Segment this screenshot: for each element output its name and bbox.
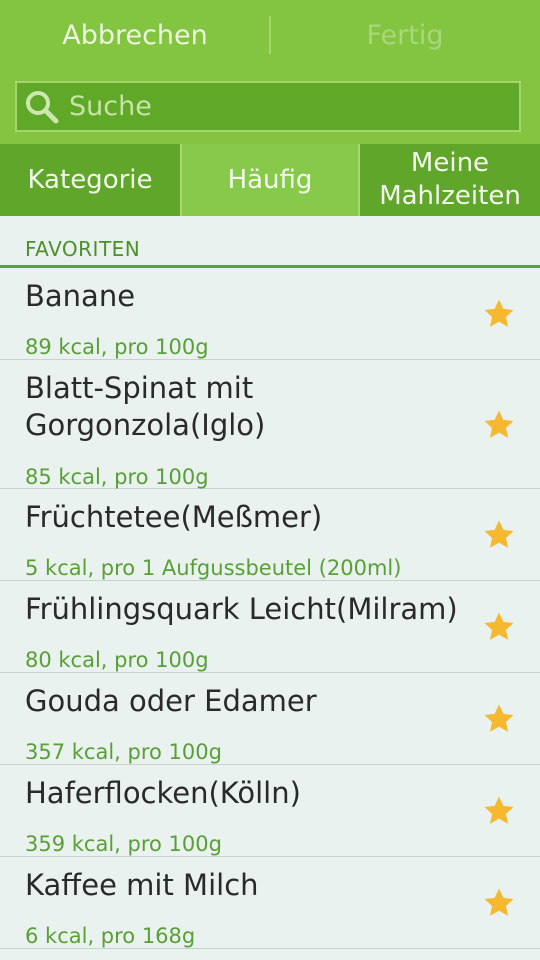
item-name: Haferflocken(Kölln) bbox=[25, 776, 301, 810]
list-item[interactable]: Frühlingsquark Leicht(Milram) 80 kcal, pr… bbox=[0, 581, 540, 673]
list-item[interactable]: Haferflocken(Kölln) 359 kcal, pro 100g bbox=[0, 765, 540, 857]
item-name: Gouda oder Edamer bbox=[25, 684, 317, 718]
done-button[interactable]: Fertig bbox=[270, 0, 540, 72]
star-icon[interactable] bbox=[482, 702, 516, 736]
item-name: Frühlingsquark Leicht(Milram) bbox=[25, 592, 458, 626]
list-item[interactable]: Blatt-Spinat mit Gorgonzola(Iglo) 85 kcal… bbox=[0, 360, 540, 489]
item-name: Blatt-Spinat mit Gorgonzola(Iglo) bbox=[25, 371, 266, 442]
item-detail: 80 kcal, pro 100g bbox=[25, 648, 209, 672]
section-title: FAVORITEN bbox=[25, 237, 141, 261]
item-detail: 89 kcal, pro 100g bbox=[25, 335, 209, 359]
list-item[interactable]: Früchtetee(Meßmer) 5 kcal, pro 1 Aufgussb… bbox=[0, 489, 540, 581]
search-bar: Suche bbox=[0, 72, 540, 144]
item-name: Banane bbox=[25, 279, 136, 313]
tab-kategorie[interactable]: Kategorie bbox=[0, 144, 180, 216]
cancel-button[interactable]: Abbrechen bbox=[0, 0, 270, 72]
top-action-bar: Abbrechen Fertig bbox=[0, 0, 540, 72]
item-detail: 85 kcal, pro 100g bbox=[25, 465, 209, 489]
star-icon[interactable] bbox=[482, 886, 516, 920]
item-detail: 6 kcal, pro 168g bbox=[25, 924, 196, 948]
star-icon[interactable] bbox=[482, 408, 516, 442]
favorites-list-body: Banane 89 kcal, pro 100g Blatt-Spinat mit … bbox=[0, 268, 540, 949]
item-name: Früchtetee(Meßmer) bbox=[25, 500, 323, 534]
star-icon[interactable] bbox=[482, 518, 516, 552]
search-placeholder: Suche bbox=[69, 91, 152, 122]
action-divider bbox=[269, 16, 271, 54]
star-icon[interactable] bbox=[482, 297, 516, 331]
item-detail: 5 kcal, pro 1 Aufgussbeutel (200ml) bbox=[25, 556, 402, 580]
item-detail: 357 kcal, pro 100g bbox=[25, 740, 222, 764]
list-item[interactable]: Banane 89 kcal, pro 100g bbox=[0, 268, 540, 360]
section-header: FAVORITEN bbox=[0, 216, 540, 268]
star-icon[interactable] bbox=[482, 794, 516, 828]
list-item[interactable]: Gouda oder Edamer 357 kcal, pro 100g bbox=[0, 673, 540, 765]
tab-bar: Kategorie Häufig Meine Mahlzeiten bbox=[0, 144, 540, 216]
list-item[interactable]: Kaffee mit Milch 6 kcal, pro 168g bbox=[0, 857, 540, 949]
item-name: Kaffee mit Milch bbox=[25, 868, 259, 902]
star-icon[interactable] bbox=[482, 610, 516, 644]
tab-meine-mahlzeiten[interactable]: Meine Mahlzeiten bbox=[360, 144, 540, 216]
item-detail: 359 kcal, pro 100g bbox=[25, 832, 222, 856]
tab-haeufig[interactable]: Häufig bbox=[180, 144, 360, 216]
search-input[interactable]: Suche bbox=[15, 81, 521, 132]
search-icon bbox=[26, 90, 59, 123]
